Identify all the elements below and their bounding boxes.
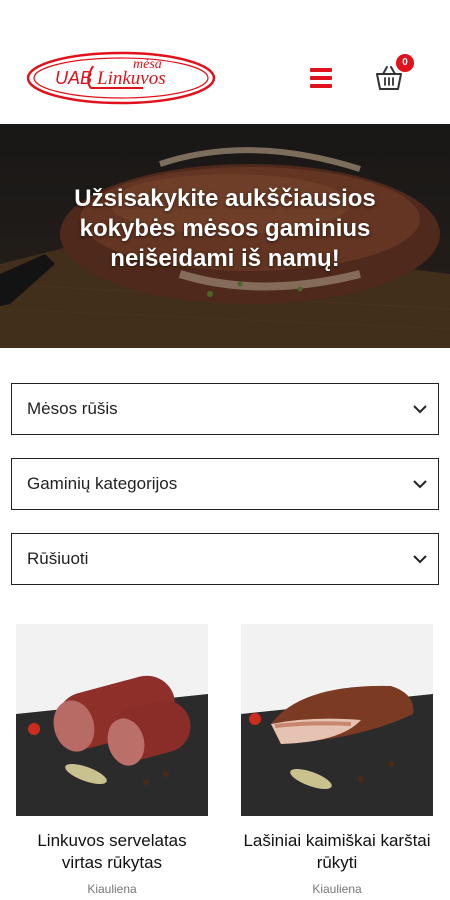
product-card[interactable]: Linkuvos servelatas virtas rūkytas Kiaul… [16,624,208,896]
sort-select-label: Rūšiuoti [27,549,89,568]
logo-tagline: mėsa [133,57,162,72]
sort-select[interactable]: Rūšiuoti [11,533,439,585]
hero-banner: Užsisakykite aukščiausios kokybės mėsos … [0,124,450,348]
meat-type-select[interactable]: Mėsos rūšis [11,383,439,435]
chevron-down-icon [413,555,427,564]
product-category-select-label: Gaminių kategorijos [27,474,178,493]
product-card[interactable]: Lašiniai kaimiškai karštai rūkyti Kiauli… [241,624,433,896]
product-image[interactable] [16,624,208,816]
site-logo[interactable]: UAB Linkuvos mėsa [25,50,217,106]
product-category: Kiauliena [87,882,137,896]
product-category-select[interactable]: Gaminių kategorijos [11,458,439,510]
site-header: UAB Linkuvos mėsa 0 [0,0,450,124]
chevron-down-icon [413,480,427,489]
hero-title: Užsisakykite aukščiausios kokybės mėsos … [74,185,376,272]
hamburger-menu-icon[interactable] [310,68,332,88]
product-name[interactable]: Lašiniai kaimiškai karštai rūkyti [241,830,433,874]
product-image[interactable] [241,624,433,816]
product-name[interactable]: Linkuvos servelatas virtas rūkytas [16,830,208,874]
meat-type-select-label: Mėsos rūšis [27,399,118,418]
cart-count-badge: 0 [396,54,414,72]
logo-prefix: UAB [55,68,92,88]
product-category: Kiauliena [312,882,362,896]
chevron-down-icon [413,405,427,414]
